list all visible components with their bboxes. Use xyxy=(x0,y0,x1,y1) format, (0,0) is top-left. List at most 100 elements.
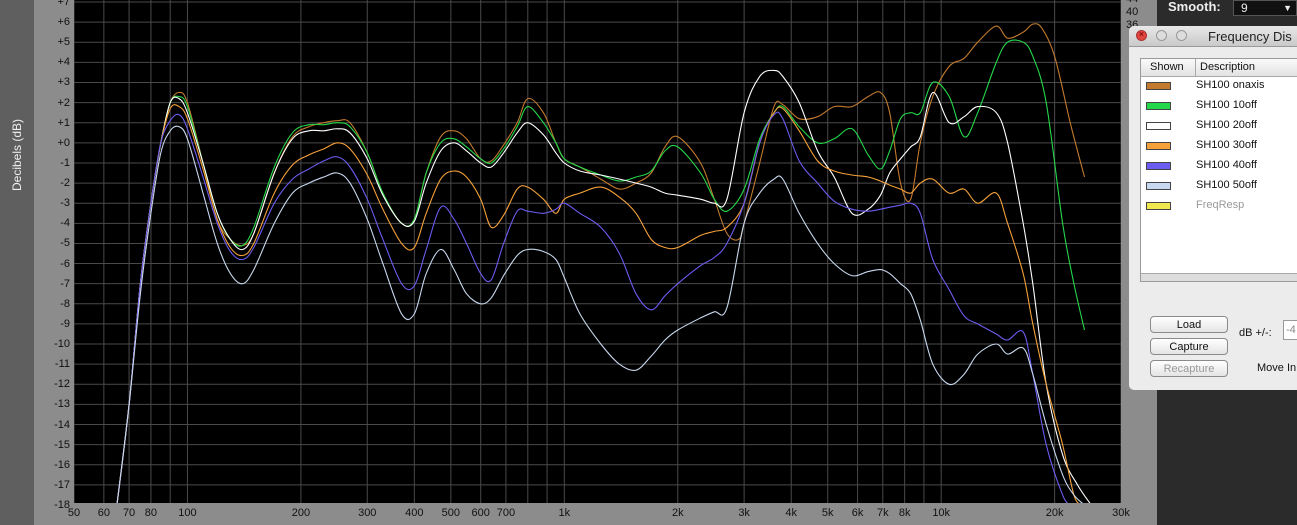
x-tick-label: 7k xyxy=(876,507,889,519)
x-tick-label: 400 xyxy=(405,507,424,519)
color-swatch[interactable] xyxy=(1146,142,1171,150)
window-minimize-button[interactable] xyxy=(1156,30,1167,41)
y-tick-label: -6 xyxy=(60,257,70,270)
column-header-description[interactable]: Description xyxy=(1200,61,1255,73)
x-tick-label: 4k xyxy=(785,507,798,519)
color-swatch[interactable] xyxy=(1146,122,1171,130)
move-in-label: Move In xyxy=(1257,362,1297,374)
x-tick-label: 30k xyxy=(1112,507,1130,519)
y-tick-label: -11 xyxy=(54,358,70,371)
y-tick-label: -13 xyxy=(54,398,70,411)
x-tick-label: 50 xyxy=(67,507,81,519)
curve-description: SH100 30off xyxy=(1196,139,1257,151)
y-tick-label: +4 xyxy=(57,56,70,69)
curve-description: SH100 onaxis xyxy=(1196,79,1265,91)
smooth-label: Smooth: xyxy=(1168,0,1221,14)
table-row[interactable]: SH100 30off xyxy=(1141,137,1297,157)
y-tick-label: +6 xyxy=(57,16,70,29)
window-title: Frequency Dis xyxy=(1208,29,1292,44)
table-row[interactable]: SH100 10off xyxy=(1141,97,1297,117)
curve-description: FreqResp xyxy=(1196,199,1245,211)
curve-description: SH100 50off xyxy=(1196,179,1257,191)
color-swatch[interactable] xyxy=(1146,82,1171,90)
x-tick-label: 300 xyxy=(358,507,377,519)
x-tick-label: 6k xyxy=(851,507,864,519)
color-swatch[interactable] xyxy=(1146,162,1171,170)
x-tick-label: 500 xyxy=(441,507,461,519)
color-swatch[interactable] xyxy=(1146,202,1171,210)
x-tick-label: 70 xyxy=(122,507,136,519)
x-tick-label: 60 xyxy=(97,507,110,519)
window-close-button[interactable]: × xyxy=(1136,29,1147,41)
x-tick-label: 10k xyxy=(932,507,951,519)
x-tick-label: 5k xyxy=(821,507,834,519)
smooth-value: 9 xyxy=(1241,1,1248,15)
x-tick-label: 20k xyxy=(1045,507,1064,519)
y-tick-label: +7 xyxy=(57,0,70,8)
x-tick-label: 8k xyxy=(898,507,911,519)
db-range-input[interactable]: -4 xyxy=(1283,320,1297,340)
close-icon: × xyxy=(1138,29,1145,39)
curve-description: SH100 20off xyxy=(1196,119,1257,131)
y-tick-label: -9 xyxy=(60,317,70,330)
y-axis-label-strip: Decibels (dB) xyxy=(0,0,34,525)
y-tick-label: -3 xyxy=(60,197,70,210)
y-tick-label: +3 xyxy=(57,76,70,89)
frequency-display-window: × Frequency Dis Shown Description SH100 … xyxy=(1129,26,1297,390)
recapture-button[interactable]: Recapture xyxy=(1150,360,1228,377)
y-tick-label: +5 xyxy=(57,36,70,49)
series-line-2 xyxy=(116,39,1086,503)
y-tick-label: -8 xyxy=(60,297,70,310)
y-tick-label: -12 xyxy=(54,378,70,391)
x-axis-tick-strip xyxy=(34,503,1157,525)
y-tick-label: -5 xyxy=(60,237,70,250)
table-row[interactable]: SH100 50off xyxy=(1141,177,1297,197)
table-row[interactable]: SH100 onaxis xyxy=(1141,77,1297,97)
window-zoom-button[interactable] xyxy=(1176,30,1187,41)
y-tick-label: -17 xyxy=(54,478,70,491)
right-axis-tick-label: 40 xyxy=(1126,6,1139,18)
y-tick-label: -18 xyxy=(54,499,70,511)
x-tick-label: 700 xyxy=(496,507,516,519)
frequency-response-plot[interactable] xyxy=(74,0,1121,503)
y-tick-label: -15 xyxy=(54,438,70,451)
x-tick-label: 600 xyxy=(471,507,490,519)
y-axis-label: Decibels (dB) xyxy=(10,118,24,192)
table-row[interactable]: FreqResp xyxy=(1141,197,1297,217)
db-range-label: dB +/-: xyxy=(1239,327,1272,339)
curve-table: Shown Description SH100 onaxis SH100 10of… xyxy=(1140,58,1297,282)
color-swatch[interactable] xyxy=(1146,102,1171,110)
x-tick-label: 3k xyxy=(738,507,750,519)
y-tick-label: +1 xyxy=(57,116,70,129)
y-tick-label: -2 xyxy=(60,177,70,190)
curve-description: SH100 40off xyxy=(1196,159,1257,171)
capture-button[interactable]: Capture xyxy=(1150,338,1228,355)
y-tick-label: +2 xyxy=(57,96,70,109)
x-tick-label: 1k xyxy=(558,507,571,519)
y-tick-label: -14 xyxy=(54,418,70,431)
table-row[interactable]: SH100 40off xyxy=(1141,157,1297,177)
chart-svg xyxy=(74,0,1121,503)
smooth-select[interactable]: 9 ▼ xyxy=(1233,0,1297,16)
x-tick-label: 200 xyxy=(291,507,311,519)
y-tick-label: +0 xyxy=(57,136,70,149)
x-tick-label: 80 xyxy=(144,507,158,519)
y-tick-label: -10 xyxy=(54,338,70,351)
table-header: Shown Description xyxy=(1141,59,1297,77)
series-line-3 xyxy=(116,69,1091,503)
window-titlebar[interactable]: × Frequency Dis xyxy=(1129,26,1297,47)
y-tick-label: -4 xyxy=(60,217,70,230)
color-swatch[interactable] xyxy=(1146,182,1171,190)
y-tick-label: -1 xyxy=(60,156,70,169)
chevron-down-icon: ▼ xyxy=(1283,3,1292,13)
load-button[interactable]: Load xyxy=(1150,316,1228,333)
x-tick-label: 2k xyxy=(671,507,684,519)
curve-description: SH100 10off xyxy=(1196,99,1257,111)
column-header-shown[interactable]: Shown xyxy=(1150,61,1184,73)
y-tick-label: -16 xyxy=(54,458,70,471)
table-row[interactable]: SH100 20off xyxy=(1141,117,1297,137)
x-tick-label: 100 xyxy=(178,507,197,519)
right-axis-tick-label: 44 xyxy=(1126,0,1138,5)
y-tick-label: -7 xyxy=(60,277,70,290)
horizontal-scrollbar[interactable] xyxy=(1141,273,1297,281)
